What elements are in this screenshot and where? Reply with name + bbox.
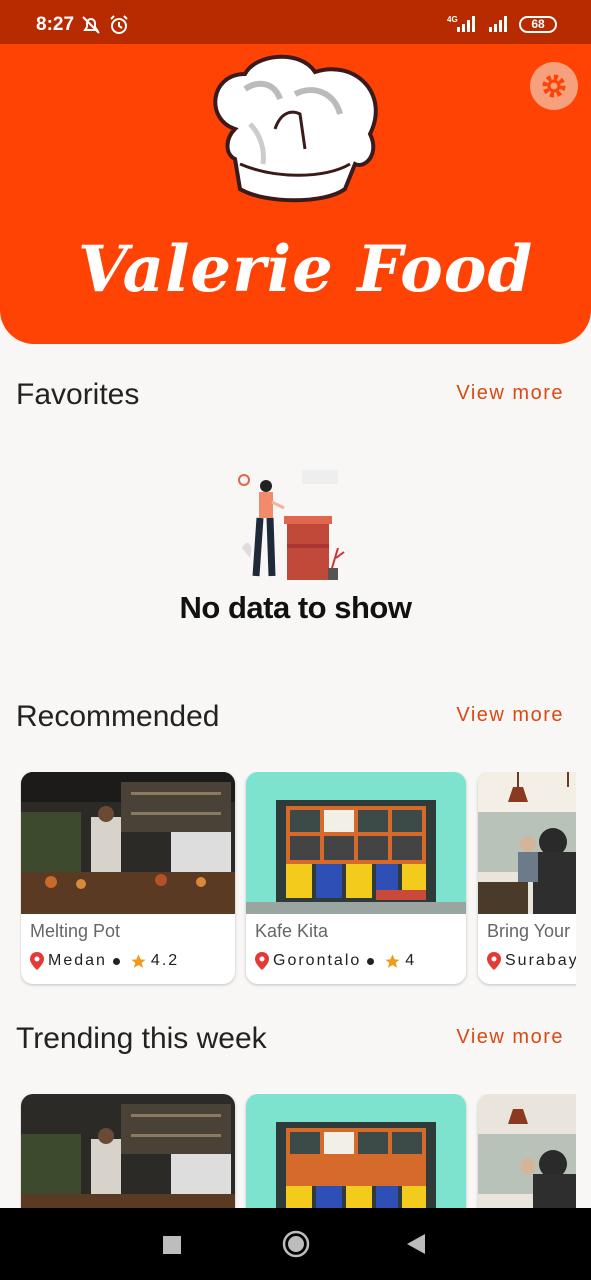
recents-square-icon[interactable] xyxy=(163,1236,181,1254)
empty-state-text: No data to show xyxy=(179,590,412,625)
star-icon xyxy=(131,953,146,968)
status-left-icons xyxy=(80,14,130,36)
restaurant-meta: Surabay xyxy=(487,952,576,970)
brand-title: Valerie Food xyxy=(77,232,534,307)
trending-title: Trending this week xyxy=(16,1022,267,1055)
restaurant-photo xyxy=(478,1094,576,1208)
restaurant-card[interactable] xyxy=(246,1094,466,1208)
status-right-icons: 4G 68 xyxy=(447,14,557,34)
restaurant-photo xyxy=(21,1094,235,1208)
separator-dot xyxy=(112,957,120,965)
svg-text:4G: 4G xyxy=(447,15,458,24)
gear-icon xyxy=(542,74,566,98)
recommended-carousel[interactable]: Melting Pot Medan 4.2 Kafe Kita Gorontal… xyxy=(20,772,576,988)
favorites-header: Favorites View more xyxy=(16,378,564,418)
trending-carousel[interactable] xyxy=(20,1094,576,1208)
restaurant-photo xyxy=(21,772,235,914)
favorites-title: Favorites xyxy=(16,378,140,411)
header-banner: Valerie Food xyxy=(0,44,591,344)
empty-state-illustration xyxy=(238,470,345,580)
status-bar: 8:27 4G 68 xyxy=(0,0,591,44)
recommended-header: Recommended View more xyxy=(16,700,564,740)
status-time: 8:27 xyxy=(36,14,75,35)
star-icon xyxy=(385,953,400,968)
restaurant-photo xyxy=(246,772,466,914)
restaurant-card[interactable]: Bring Your Surabay xyxy=(478,772,576,984)
signal-4g-icon: 4G xyxy=(447,15,475,32)
location-pin-icon xyxy=(255,952,269,970)
restaurant-name: Kafe Kita xyxy=(255,921,329,941)
battery-icon: 68 xyxy=(519,15,557,33)
location-pin-icon xyxy=(30,952,44,970)
restaurant-meta: Medan 4.2 xyxy=(30,952,179,970)
chef-hat-icon xyxy=(213,54,378,203)
restaurant-city: Gorontalo xyxy=(273,952,362,969)
system-nav-bar xyxy=(0,1208,591,1280)
separator-dot xyxy=(367,957,375,965)
restaurant-meta: Gorontalo 4 xyxy=(255,952,416,970)
recommended-view-more-link[interactable]: View more xyxy=(456,704,564,727)
restaurant-photo xyxy=(246,1094,466,1208)
restaurant-city: Surabay xyxy=(505,952,576,969)
favorites-view-more-link[interactable]: View more xyxy=(456,382,564,405)
restaurant-card[interactable]: Kafe Kita Gorontalo 4 xyxy=(246,772,466,984)
bell-off-icon xyxy=(82,16,100,34)
restaurant-rating: 4.2 xyxy=(150,952,180,969)
restaurant-name: Melting Pot xyxy=(30,921,121,941)
back-triangle-icon[interactable] xyxy=(407,1234,425,1254)
home-circle-icon[interactable] xyxy=(282,1230,310,1258)
signal-icon xyxy=(489,16,507,32)
trending-header: Trending this week View more xyxy=(16,1022,564,1062)
recommended-title: Recommended xyxy=(16,700,220,733)
restaurant-city: Medan xyxy=(48,952,107,969)
location-pin-icon xyxy=(487,952,501,970)
restaurant-name: Bring Your xyxy=(487,921,571,941)
restaurant-card[interactable]: Melting Pot Medan 4.2 xyxy=(21,772,235,984)
restaurant-card[interactable] xyxy=(478,1094,576,1208)
trending-view-more-link[interactable]: View more xyxy=(456,1026,564,1049)
settings-button[interactable] xyxy=(530,62,578,110)
restaurant-card[interactable] xyxy=(21,1094,235,1208)
alarm-icon xyxy=(110,15,128,34)
restaurant-photo xyxy=(478,772,576,914)
restaurant-rating: 4 xyxy=(405,952,417,969)
